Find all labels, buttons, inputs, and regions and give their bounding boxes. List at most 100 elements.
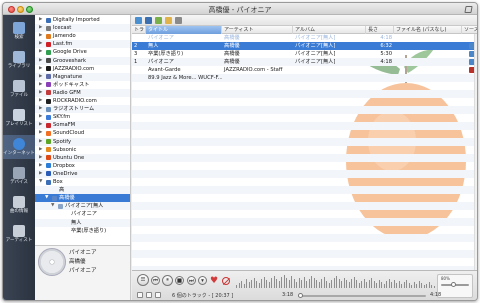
volume-knob[interactable] (450, 282, 456, 287)
stop-button[interactable]: ■ (175, 276, 184, 285)
spectrum-bar (246, 279, 247, 288)
mode-library[interactable]: ライブラリ (3, 48, 35, 72)
tree-item[interactable]: ▶ ポッドキャスト (35, 81, 130, 89)
tree-item[interactable]: ▶ Grooveshark (35, 56, 130, 65)
disclosure-closed-icon[interactable]: ▶ (39, 81, 42, 89)
mode-search[interactable]: 検索 (3, 19, 35, 43)
fullscreen-icon[interactable] (464, 6, 473, 13)
mode-song-info[interactable]: 曲の情報 (3, 193, 35, 217)
tree-item[interactable]: ▼ Box (35, 178, 130, 186)
disclosure-closed-icon[interactable]: ▶ (39, 170, 42, 178)
row-stripe (132, 186, 477, 194)
love-heart-icon[interactable]: ♥ (210, 277, 218, 286)
column-filename[interactable]: ファイル名 (パスなし) (394, 26, 462, 34)
column-title[interactable]: タイトル (146, 26, 222, 34)
mode-artist[interactable]: アーティスト (3, 222, 35, 246)
tree-item[interactable]: パイオニア (35, 210, 130, 218)
pause-button[interactable]: ⏸ (162, 275, 173, 286)
disclosure-closed-icon[interactable]: ▶ (39, 32, 42, 40)
tree-item[interactable]: ▶ ラジオストリーム (35, 105, 130, 114)
next-button[interactable]: ⏭ (187, 276, 196, 285)
track-row[interactable]: 2 無人 高橋優 パイオニア[無人] 6:32 (132, 42, 477, 50)
tree-item[interactable]: ▼ パイオニア[無人 (35, 202, 130, 211)
mode-playlist[interactable]: プレイリスト (3, 106, 35, 130)
track-row[interactable]: 3 卒業(厚き語り) 高橋優 パイオニア[無人] 5:30 (132, 50, 477, 58)
tree-item[interactable]: ▶ JAZZRADIO.com (35, 65, 130, 73)
disclosure-open-icon[interactable]: ▼ (51, 202, 54, 210)
column-track[interactable]: トラ (132, 26, 146, 34)
tree-item[interactable]: ▶ Google Drive (35, 48, 130, 56)
track-row[interactable]: 1 パイオニア 高橋優 パイオニア[無人] 4:18 (132, 58, 477, 66)
disclosure-closed-icon[interactable]: ▶ (39, 162, 42, 170)
tree-item[interactable]: ▶ OneDrive (35, 169, 130, 178)
tree-item[interactable]: 無人 (35, 218, 130, 227)
tree-item[interactable]: ▶ Last.fm (35, 40, 130, 49)
seek-slider[interactable] (298, 293, 426, 298)
track-row[interactable]: パイオニア 高橋優 パイオニア[無人] 4:18 (132, 34, 477, 42)
disclosure-closed-icon[interactable]: ▶ (39, 113, 42, 121)
disclosure-closed-icon[interactable]: ▶ (39, 154, 42, 162)
mode-globe[interactable]: インターネット (3, 135, 35, 159)
tree-item[interactable]: 卒業(厚き語り) (35, 227, 130, 235)
playlist-toggle-icon[interactable] (155, 292, 161, 298)
tree-item[interactable]: ▶ SoundCloud (35, 129, 130, 137)
clear-playlist-icon[interactable] (175, 17, 182, 24)
disclosure-closed-icon[interactable]: ▶ (39, 16, 42, 24)
playlist-scrollbar[interactable] (474, 34, 477, 270)
disclosure-closed-icon[interactable]: ▶ (39, 40, 42, 48)
tree-item[interactable]: ▶ Spotify (35, 137, 130, 146)
tree-item[interactable]: ▶ Jamendo (35, 32, 130, 40)
tree-item[interactable]: ▼ 高橋優 (35, 194, 130, 203)
disclosure-open-icon[interactable]: ▼ (39, 178, 42, 186)
settings-button[interactable]: ☰ (137, 274, 149, 286)
tree-item[interactable]: ▶ Ubuntu One (35, 153, 130, 162)
service-icon (46, 90, 51, 96)
new-playlist-icon[interactable] (135, 17, 142, 24)
disclosure-closed-icon[interactable]: ▶ (39, 138, 42, 146)
column-source[interactable]: ソース (462, 26, 477, 34)
folder-icon[interactable] (165, 17, 172, 24)
tree-item[interactable]: ▶ SomaFM (35, 121, 130, 130)
disclosure-closed-icon[interactable]: ▶ (39, 146, 42, 154)
disclosure-closed-icon[interactable]: ▶ (39, 105, 42, 113)
disclosure-open-icon[interactable]: ▼ (45, 194, 48, 202)
column-artist[interactable]: アーティスト (222, 26, 293, 34)
mode-file[interactable]: ファイル (3, 77, 35, 101)
cell-num: 3 (134, 51, 138, 57)
disclosure-closed-icon[interactable]: ▶ (39, 48, 42, 56)
previous-button[interactable]: ⏮ (151, 276, 160, 285)
disclosure-closed-icon[interactable]: ▶ (39, 24, 42, 32)
disclosure-closed-icon[interactable]: ▶ (39, 73, 42, 81)
volume-slider[interactable] (441, 282, 469, 287)
repeat-toggle-icon[interactable] (137, 292, 143, 298)
disclosure-closed-icon[interactable]: ▶ (39, 57, 42, 65)
spectrum-bar (421, 283, 422, 288)
track-row[interactable]: Avant-Garde JAZZRADIO.com - Staff (132, 66, 477, 74)
tree-item[interactable]: ▶ Magnatune (35, 72, 130, 81)
column-length[interactable]: 長さ (366, 26, 394, 34)
tree-item[interactable]: ▶ SKY.fm (35, 113, 130, 121)
tree-item[interactable]: ▶ Subsonic (35, 146, 130, 154)
ban-icon[interactable] (222, 277, 230, 285)
track-row[interactable]: 89.9 Jazz & More... WUCF-F... (132, 74, 477, 82)
column-album[interactable]: アルバム (293, 26, 366, 34)
load-playlist-icon[interactable] (155, 17, 162, 24)
disclosure-closed-icon[interactable]: ▶ (39, 65, 42, 73)
disclosure-closed-icon[interactable]: ▶ (39, 97, 42, 105)
disclosure-closed-icon[interactable]: ▶ (39, 89, 42, 97)
shuffle-toggle-icon[interactable] (146, 292, 152, 298)
disclosure-closed-icon[interactable]: ▶ (39, 129, 42, 137)
tree-item[interactable]: ▶ Radio GFM (35, 88, 130, 97)
tree-item[interactable]: ▶ Dropbox (35, 162, 130, 170)
stream-dropdown-button[interactable]: ▾ (198, 276, 207, 285)
spectrum-bar (408, 283, 410, 288)
tree-item[interactable]: ▶ Icecast (35, 24, 130, 33)
mode-device[interactable]: デバイス (3, 164, 35, 188)
seek-knob[interactable] (298, 293, 303, 298)
save-playlist-icon[interactable] (145, 17, 152, 24)
disclosure-closed-icon[interactable]: ▶ (39, 121, 42, 129)
tree-item[interactable]: ▶ ROCKRADIO.com (35, 97, 130, 105)
tree-item[interactable]: ▶ Digitally Imported (35, 16, 130, 24)
tree-item[interactable]: 高 (35, 186, 130, 195)
service-icon (46, 106, 51, 112)
